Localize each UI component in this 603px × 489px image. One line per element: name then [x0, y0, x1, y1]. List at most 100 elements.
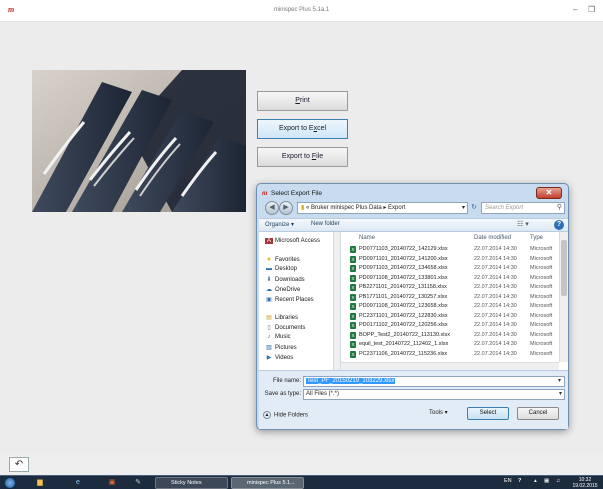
export-to-excel-button[interactable]: Export to Excel: [257, 119, 348, 139]
save-as-type-value: All Files (*.*): [306, 391, 340, 397]
search-input[interactable]: Search Export ⚲: [481, 202, 565, 214]
nav-desktop[interactable]: ▬ Desktop: [265, 266, 297, 272]
minimize-button[interactable]: –: [573, 5, 577, 14]
view-options-icon[interactable]: ☷ ▾: [517, 220, 529, 228]
address-path[interactable]: Bruker minispec Plus Data ▸ Export: [311, 205, 405, 211]
nav-music[interactable]: ♪ Music: [265, 334, 291, 340]
file-row[interactable]: X PD0971108_20140722_123658.xlsx 22.07.201…: [341, 302, 559, 311]
file-name: PD0971108_20140722_123658.xlsx: [359, 303, 448, 309]
file-name: BOPP_Test2_20140722_113130.xlsx: [359, 331, 451, 338]
address-dropdown-icon[interactable]: ▾: [462, 203, 465, 213]
file-row[interactable]: X PC2371106_20140722_115236.xlsx 22.07.201…: [341, 350, 559, 359]
nav-recent-places[interactable]: ▣ Recent Places: [265, 296, 314, 303]
dialog-close-button[interactable]: ✕: [536, 187, 562, 199]
file-list-scrollbar[interactable]: [559, 232, 568, 362]
file-type: Microsoft: [530, 322, 553, 328]
search-icon[interactable]: ⚲: [557, 203, 562, 213]
column-type-header[interactable]: Type: [530, 235, 543, 241]
file-row[interactable]: X PD0971103_20140722_134658.xlsx 22.07.201…: [341, 264, 559, 273]
column-name-header[interactable]: Name: [359, 235, 375, 241]
taskbar-sticky-notes[interactable]: Sticky Notes: [155, 477, 228, 489]
nav-onedrive[interactable]: ☁ OneDrive: [265, 286, 300, 293]
forward-button[interactable]: ▶: [279, 201, 293, 215]
save-as-type-dropdown-icon[interactable]: ▾: [559, 390, 562, 399]
excel-file-icon: X: [350, 312, 356, 320]
star-icon: ★: [266, 257, 272, 263]
file-name: PD0971108_20140722_133801.xlsx: [359, 274, 448, 281]
excel-file-icon: X: [350, 341, 356, 348]
internet-explorer-icon[interactable]: e: [72, 478, 84, 488]
window-title: minispec Plus 5.1a.1: [273, 7, 330, 13]
desktop-icon: ▬: [266, 266, 272, 272]
tools-app-icon[interactable]: ✎: [132, 478, 144, 488]
select-button[interactable]: Select: [467, 407, 509, 420]
recent-icon: ▣: [266, 297, 272, 303]
file-name: PC2371106_20140722_115236.xlsx: [359, 350, 448, 357]
help-icon[interactable]: ?: [554, 220, 564, 230]
nav-favorites[interactable]: ★ Favorites: [265, 256, 299, 263]
address-prefix: «: [305, 205, 310, 211]
file-explorer-icon[interactable]: ▆: [34, 478, 46, 488]
taskbar-minispec[interactable]: minispec Plus 5.1...: [231, 477, 304, 489]
nav-scrollbar[interactable]: [333, 232, 340, 370]
file-row[interactable]: X PD0971101_20140722_141200.xlsx 22.07.201…: [341, 255, 559, 264]
library-icon: ▤: [266, 315, 272, 321]
nav-downloads[interactable]: ⬇ Downloads: [265, 276, 304, 283]
undo-button[interactable]: ↶: [9, 457, 29, 472]
nav-libraries[interactable]: ▤ Libraries: [265, 314, 298, 321]
volume-icon[interactable]: ♫: [556, 478, 560, 484]
file-type: Microsoft: [530, 265, 553, 271]
language-indicator[interactable]: EN: [504, 478, 512, 484]
folder-icon: ▮: [301, 205, 305, 211]
nav-microsoft-access[interactable]: A Microsoft Access: [265, 238, 320, 244]
address-bar[interactable]: ▮ « Bruker minispec Plus Data ▸ Export ▾: [297, 202, 468, 214]
nav-documents[interactable]: ▯ Documents: [265, 324, 305, 331]
file-type: Microsoft: [530, 341, 553, 347]
help-tray-icon[interactable]: ?: [518, 478, 521, 484]
file-row[interactable]: X PD0771103_20140722_142129.xlsx 22.07.201…: [341, 245, 559, 254]
pictures-icon: ▨: [266, 345, 272, 351]
organize-menu[interactable]: Organize ▾: [265, 221, 294, 228]
file-row[interactable]: X PB2271101_20140722_131158.xlsx 22.07.201…: [341, 283, 559, 292]
start-button[interactable]: [4, 477, 16, 489]
file-row[interactable]: X PC2371101_20140722_122830.xlsx 22.07.201…: [341, 312, 559, 321]
file-row[interactable]: X BOPP_Test2_20140722_113130.xlsx 22.07.20…: [341, 331, 559, 340]
nav-label: Music: [275, 334, 291, 340]
hide-folders-button[interactable]: ▲ Hide Folders: [263, 411, 308, 419]
file-row[interactable]: X PD0171102_20140722_120256.xlsx 22.07.201…: [341, 321, 559, 330]
excel-file-icon: X: [350, 293, 356, 301]
network-icon[interactable]: ▦: [544, 478, 549, 484]
column-date-header[interactable]: Date modified: [474, 235, 511, 241]
export-file-label-post: ile: [316, 153, 324, 160]
file-name-input[interactable]: Test_PF_20150219_103229.xlsx ▾: [303, 376, 565, 387]
new-folder-button[interactable]: New folder: [311, 221, 340, 227]
file-name: PD0971103_20140722_134658.xlsx: [359, 265, 448, 271]
file-date: 22.07.2014 14:30: [474, 284, 517, 290]
export-to-file-button[interactable]: Export to File: [257, 147, 348, 167]
app-titlebar: m minispec Plus 5.1a.1 – ❐: [0, 0, 603, 22]
refresh-icon[interactable]: ↻: [469, 202, 479, 214]
excel-file-icon: X: [350, 274, 356, 282]
file-row[interactable]: Xequil_test_20140722_112402_1.xlsx 22.07.…: [341, 340, 559, 349]
file-type: Microsoft: [530, 255, 553, 262]
office-icon[interactable]: ▣: [106, 478, 118, 488]
system-clock[interactable]: 10:32 19.02.2015: [571, 477, 599, 489]
file-row[interactable]: X PD0971108_20140722_133801.xlsx 22.07.201…: [341, 274, 559, 283]
export-excel-label-pre: Export to E: [278, 125, 314, 132]
file-type: Microsoft: [530, 331, 553, 338]
scroll-thumb[interactable]: [561, 240, 567, 296]
cancel-button[interactable]: Cancel: [517, 407, 559, 420]
tools-menu[interactable]: Tools ▾: [429, 409, 448, 416]
restore-button[interactable]: ❐: [588, 5, 595, 14]
nav-pictures[interactable]: ▨ Pictures: [265, 344, 297, 351]
print-label: rint: [299, 97, 310, 104]
file-row[interactable]: X PB1771101_20140722_130257.xlsx 22.07.201…: [341, 293, 559, 302]
save-as-type-select[interactable]: All Files (*.*) ▾: [303, 389, 565, 400]
file-date: 22.07.2014 14:30: [474, 274, 517, 281]
print-button[interactable]: Print: [257, 91, 348, 111]
horizontal-scrollbar[interactable]: [341, 362, 559, 370]
back-button[interactable]: ◀: [265, 201, 279, 215]
tray-expand-icon[interactable]: ▴: [534, 478, 537, 484]
file-name-dropdown-icon[interactable]: ▾: [557, 377, 562, 386]
nav-videos[interactable]: ▶ Videos: [265, 354, 294, 361]
